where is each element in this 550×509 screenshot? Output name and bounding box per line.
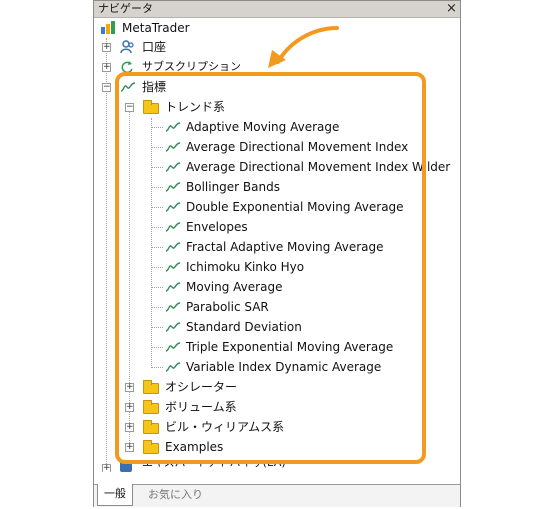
tree-item-experts-label: エキスパートアドバイザ(EA)	[142, 460, 286, 469]
wave-icon	[165, 282, 181, 292]
tree-branch	[151, 167, 163, 168]
indicator-label: Triple Exponential Moving Average	[186, 340, 394, 354]
wave-icon	[165, 202, 181, 212]
tree-branch	[151, 367, 163, 368]
wave-icon	[165, 362, 181, 372]
indicator-label: Bollinger Bands	[186, 180, 280, 194]
tree-branch	[151, 127, 163, 128]
tree-item-account-label: 口座	[142, 40, 167, 54]
indicator-label: Double Exponential Moving Average	[186, 200, 404, 214]
close-button[interactable]: ×	[445, 2, 458, 15]
navigator-tabs: 一般 お気に入り	[94, 484, 460, 507]
collapse-toggle[interactable]: −	[102, 83, 111, 92]
tree-folder-label: Examples	[165, 440, 224, 454]
indicator-label: Average Directional Movement Index	[186, 140, 409, 154]
expand-toggle[interactable]: +	[125, 383, 134, 392]
window-title: ナビゲータ ×	[94, 1, 460, 18]
wave-icon	[165, 262, 181, 272]
tab-general[interactable]: 一般	[97, 484, 133, 506]
expand-toggle[interactable]: +	[125, 403, 134, 412]
folder-icon	[143, 440, 159, 454]
indicator-label: Variable Index Dynamic Average	[186, 360, 382, 374]
wave-icon	[165, 322, 181, 332]
expand-toggle[interactable]: +	[125, 423, 134, 432]
wave-icon	[120, 82, 136, 92]
tree-branch	[151, 187, 163, 188]
tree-item-experts[interactable]: + エキスパートアドバイザ(EA)	[102, 460, 342, 472]
expand-toggle[interactable]: +	[102, 63, 111, 72]
tree-branch	[151, 287, 163, 288]
indicator-label: Envelopes	[186, 220, 248, 234]
tree-branch	[151, 307, 163, 308]
indicator-label: Ichimoku Kinko Hyo	[186, 260, 305, 274]
expand-toggle[interactable]: +	[102, 464, 111, 472]
tree-branch	[151, 267, 163, 268]
metatrader-logo-icon	[101, 21, 115, 34]
tree-line-indicators	[129, 106, 130, 449]
window-title-text: ナビゲータ	[98, 2, 153, 15]
tree-line-trend	[151, 118, 152, 368]
wave-icon	[165, 182, 181, 192]
wave-icon	[165, 302, 181, 312]
wave-icon	[165, 122, 181, 132]
folder-icon	[143, 400, 159, 414]
wave-icon	[165, 162, 181, 172]
tab-favorites[interactable]: お気に入り	[142, 485, 209, 505]
tree-folder-label: ビル・ウィリアムス系	[165, 420, 285, 434]
indicator-label: Fractal Adaptive Moving Average	[186, 240, 384, 254]
indicator-label: Average Directional Movement Index Wilde…	[186, 160, 451, 174]
folder-icon	[143, 380, 159, 394]
expand-toggle[interactable]: +	[125, 443, 134, 452]
indicator-label: Parabolic SAR	[186, 300, 269, 314]
folder-icon	[143, 100, 159, 114]
collapse-toggle[interactable]: −	[125, 103, 134, 112]
tree-branch	[151, 207, 163, 208]
indicator-label: Adaptive Moving Average	[186, 120, 340, 134]
tree-line-root	[106, 38, 107, 466]
users-icon	[120, 40, 134, 54]
tree-item-subscription-label: サブスクリプション	[142, 60, 241, 72]
tree-root-label: MetaTrader	[122, 21, 190, 35]
tree-branch	[151, 247, 163, 248]
wave-icon	[165, 142, 181, 152]
wave-icon	[165, 222, 181, 232]
folder-icon	[143, 420, 159, 434]
tree-branch	[151, 327, 163, 328]
tree-branch	[151, 147, 163, 148]
indicator-label: Moving Average	[186, 280, 283, 294]
wave-icon	[165, 242, 181, 252]
pointer-arrow-icon	[268, 26, 339, 68]
tree-branch	[151, 227, 163, 228]
tree-branch	[151, 347, 163, 348]
tree-item-indicators-label: 指標	[142, 80, 167, 94]
tree-folder-label: オシレーター	[165, 380, 238, 394]
expand-toggle[interactable]: +	[102, 43, 111, 52]
indicator-label: Standard Deviation	[186, 320, 302, 334]
refresh-icon	[121, 61, 133, 72]
wave-icon	[165, 342, 181, 352]
expert-icon	[120, 460, 132, 472]
tree-folder-label: ボリューム系	[165, 400, 237, 414]
tree-folder-trend-label: トレンド系	[165, 100, 226, 114]
